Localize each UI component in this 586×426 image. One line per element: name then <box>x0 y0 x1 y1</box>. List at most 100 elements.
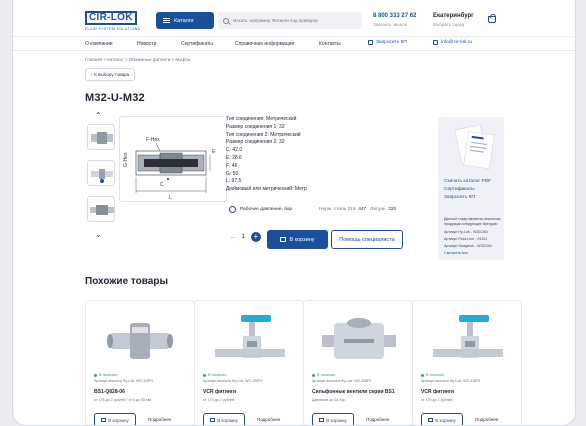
svg-text:E: E <box>212 149 216 155</box>
add-to-cart-button[interactable]: В корзину <box>267 230 328 249</box>
city-name: Екатеринбург <box>433 13 474 19</box>
catalog-button-label: Каталог <box>174 17 194 24</box>
analog-note: Данный товар является аналогом продукции… <box>444 217 501 226</box>
card-details-link[interactable]: Подробнее <box>475 417 498 422</box>
nav-item-contacts[interactable]: Контакты <box>319 41 341 47</box>
latun-label: Латунь <box>370 207 386 212</box>
divider <box>13 36 575 37</box>
download-catalog-link[interactable]: Скачать каталог PDF <box>444 179 491 184</box>
pressure-label: Рабочее давление, бар <box>240 207 293 212</box>
product-card[interactable]: В наличии Артикул аналога Hy-Lok: WS-328… <box>85 300 195 425</box>
cart-icon <box>101 418 107 422</box>
product-card[interactable]: В наличии Артикул аналога Hy-Lok: WS-328… <box>194 300 304 425</box>
card-add-to-cart-button[interactable]: В корзину <box>94 413 136 425</box>
search-icon[interactable] <box>223 17 229 24</box>
stock-status: В наличии <box>421 373 444 377</box>
arrow-left-icon: ‹ <box>90 72 93 77</box>
certificates-link[interactable]: Сертификаты <box>444 187 475 192</box>
stock-status: В наличии <box>94 373 117 377</box>
cart-icon[interactable] <box>488 14 496 23</box>
card-name[interactable]: BS1-Q828-06 <box>94 389 125 395</box>
card-price: от 175 до 2 рублей <box>421 398 453 402</box>
nav-item-reference[interactable]: Справочная информация <box>235 41 294 47</box>
catalog-button[interactable]: Каталог <box>156 12 214 29</box>
product-specs: Тип соединения: Метрический Размер соеди… <box>226 116 307 194</box>
product-image <box>322 318 396 359</box>
see-all-link[interactable]: Смотреть все <box>444 251 468 255</box>
product-card[interactable]: В наличии Артикул аналога Hy-Lok: WS-328… <box>412 300 522 425</box>
thumbnail-3[interactable] <box>87 196 115 222</box>
stock-dot-icon <box>312 373 315 377</box>
gauge-icon <box>229 206 236 213</box>
stock-status: В наличии <box>312 373 335 377</box>
analog-article: Артикул Fluid-Line - 9132J <box>444 237 488 241</box>
product-image <box>215 315 285 358</box>
spec-row: F: 46 <box>226 162 238 169</box>
phone-number[interactable]: 8 800 333 27 62 <box>373 13 416 19</box>
request-quote-card-link[interactable]: Запросить КП <box>444 195 475 200</box>
quantity-stepper[interactable]: – 1 + <box>231 232 261 242</box>
back-label: К выбору товара <box>94 72 130 77</box>
request-quote-link[interactable]: Запросить КП <box>368 40 407 45</box>
card-price: от 175 до 2 рублей / от 5 до 55 мм <box>94 398 152 402</box>
breadcrumb[interactable]: Главная > Каталог > Обжимные фитинги > М… <box>85 57 190 62</box>
mail-icon <box>433 40 438 45</box>
thumbnail-1[interactable] <box>87 124 115 150</box>
card-details-link[interactable]: Подробнее <box>257 417 280 422</box>
card-article: Артикул аналога Hy-Lok: WS-328F0 <box>94 379 154 383</box>
specialist-help-button[interactable]: Помощь специалиста <box>331 230 403 249</box>
search-bar[interactable] <box>218 12 362 29</box>
stock-label: В наличии <box>426 373 445 377</box>
quantity-value[interactable]: 1 <box>241 234 244 240</box>
card-name[interactable]: Сильфонные вентили серии BS1 <box>312 389 395 395</box>
svg-text:L: L <box>169 195 172 201</box>
email-link[interactable]: info@cir-lok.ru <box>433 40 472 45</box>
callback-link[interactable]: Заказать звонок <box>373 22 407 27</box>
thumbnail-2[interactable] <box>87 160 115 186</box>
card-name[interactable]: VCR фитинги <box>203 389 236 395</box>
latun-value: 320 <box>388 207 397 212</box>
search-input[interactable] <box>233 18 361 23</box>
stock-dot-icon <box>94 373 97 377</box>
product-title: M32-U-M32 <box>85 92 145 104</box>
logo-tagline: FLUID SYSTEM SOLUTIONS <box>85 27 141 31</box>
menu-icon <box>163 18 170 23</box>
cart-icon <box>428 418 434 422</box>
nav-item-news[interactable]: Новости <box>137 41 156 47</box>
card-cart-label: В корзину <box>326 417 347 423</box>
divider <box>13 50 575 51</box>
chevron-up-icon[interactable]: ⌃ <box>95 111 102 120</box>
spec-row: C: 42.0 <box>226 147 243 154</box>
stock-status: В наличии <box>203 373 226 377</box>
steel-value: 447 <box>358 207 367 212</box>
spec-row: L: 97.5 <box>226 178 242 185</box>
card-name[interactable]: VCR фитинги <box>421 389 454 395</box>
plus-button[interactable]: + <box>250 232 261 242</box>
chevron-down-icon[interactable]: ⌄ <box>95 230 102 239</box>
cart-icon <box>210 418 216 422</box>
nav-item-certificates[interactable]: Сертификаты <box>181 41 213 47</box>
latun-pressure: Латунь 320 <box>370 207 396 212</box>
svg-text:F-Hex: F-Hex <box>146 137 160 143</box>
card-add-to-cart-button[interactable]: В корзину <box>312 413 354 425</box>
card-add-to-cart-button[interactable]: В корзину <box>203 413 245 425</box>
spec-row: Тип соединения: Метрический <box>226 116 297 122</box>
card-details-link[interactable]: Подробнее <box>366 417 389 422</box>
card-add-to-cart-button[interactable]: В корзину <box>421 413 463 425</box>
svg-text:C: C <box>160 182 164 188</box>
minus-button[interactable]: – <box>231 233 235 242</box>
nav-item-about[interactable]: О компании <box>85 41 113 47</box>
spec-row: Размер соединения 2: 32 <box>226 139 285 146</box>
card-price: Давление до 64 бар <box>312 398 346 402</box>
logo[interactable]: CIR-LOK FLUID SYSTEM SOLUTIONS <box>85 11 149 33</box>
pressure-row: Рабочее давление, бар <box>229 206 292 213</box>
stock-label: В наличии <box>317 373 336 377</box>
product-card[interactable]: В наличии Артикул аналога Hy-Lok: WS-328… <box>303 300 413 425</box>
stock-dot-icon <box>203 373 206 377</box>
card-details-link[interactable]: Подробнее <box>148 417 171 422</box>
product-image <box>433 315 503 358</box>
back-to-products-button[interactable]: ‹ К выбору товара <box>85 68 135 81</box>
product-page: CIR-LOK FLUID SYSTEM SOLUTIONS Каталог 8… <box>13 0 575 425</box>
city-select-link[interactable]: Выбрать город <box>433 22 464 27</box>
catalog-preview-image <box>454 124 495 169</box>
